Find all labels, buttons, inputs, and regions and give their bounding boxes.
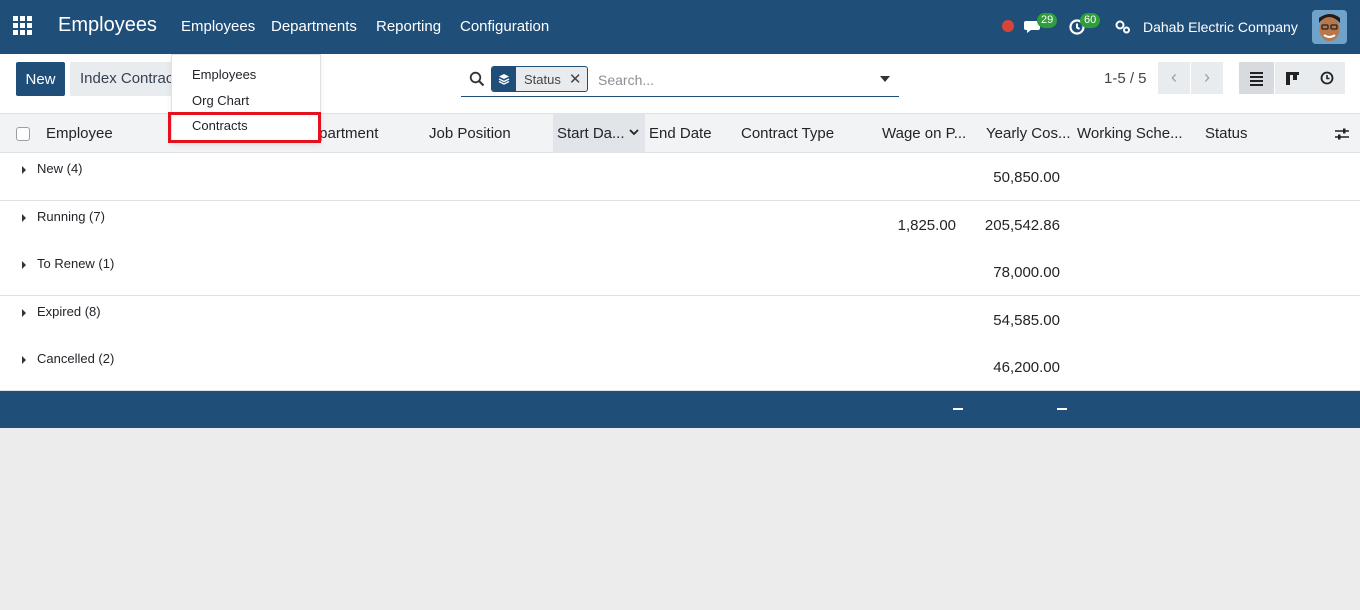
group-row-cancelled[interactable]: Cancelled (2) 46,200.00: [0, 343, 1360, 391]
group-label: Expired (8): [37, 304, 101, 319]
optional-columns-sliders-icon[interactable]: [1334, 126, 1350, 142]
group-yearly-total: 54,585.00: [993, 312, 1060, 329]
pager-previous-button[interactable]: ‹: [1158, 62, 1190, 94]
contracts-highlight-annotation: [168, 112, 321, 143]
facet-label: Status: [524, 71, 561, 87]
group-yearly-total: 46,200.00: [993, 359, 1060, 376]
footer-yearly-total: [1057, 408, 1067, 410]
new-button[interactable]: New: [16, 62, 65, 96]
group-yearly-total: 78,000.00: [993, 264, 1060, 281]
column-yearly-cost[interactable]: Yearly Cos...: [986, 125, 1071, 142]
group-yearly-total: 50,850.00: [993, 169, 1060, 186]
search-icon[interactable]: [469, 71, 485, 87]
company-switch-icon[interactable]: [1114, 18, 1132, 36]
footer-wage-total: [953, 408, 963, 410]
layers-icon: [492, 67, 516, 91]
messages-badge: 29: [1037, 13, 1058, 28]
menu-departments[interactable]: Departments: [271, 18, 357, 35]
app-menu-grid-icon[interactable]: [13, 16, 33, 36]
group-row-new[interactable]: New (4) 50,850.00: [0, 153, 1360, 201]
activity-clock-icon: [1320, 71, 1334, 85]
activity-view-button[interactable]: [1310, 62, 1345, 94]
app-title[interactable]: Employees: [58, 14, 157, 37]
column-contract-type[interactable]: Contract Type: [741, 125, 834, 142]
column-employee[interactable]: Employee: [46, 125, 113, 142]
dropdown-item-org-chart[interactable]: Org Chart: [192, 93, 249, 108]
group-wage-total: 1,825.00: [897, 217, 956, 234]
column-working-schedule[interactable]: Working Sche...: [1077, 125, 1183, 142]
menu-reporting[interactable]: Reporting: [376, 18, 441, 35]
company-name[interactable]: Dahab Electric Company: [1143, 19, 1298, 35]
column-end-date[interactable]: End Date: [649, 125, 712, 142]
caret-right-icon: [22, 214, 26, 222]
caret-right-icon: [22, 356, 26, 364]
search-input[interactable]: [598, 68, 868, 92]
top-navbar: Employees Employees Departments Reportin…: [0, 0, 1360, 54]
column-wage-on-payroll[interactable]: Wage on P...: [882, 125, 966, 142]
group-row-to-renew[interactable]: To Renew (1) 78,000.00: [0, 248, 1360, 296]
search-options-chevron-down-icon[interactable]: [880, 76, 890, 82]
column-status[interactable]: Status: [1205, 125, 1248, 142]
group-row-expired[interactable]: Expired (8) 54,585.00: [0, 296, 1360, 344]
select-all-checkbox[interactable]: [16, 127, 30, 141]
recording-indicator-icon[interactable]: [1002, 20, 1014, 32]
column-job-position[interactable]: Job Position: [429, 125, 511, 142]
sort-chevron-down-icon[interactable]: [628, 126, 640, 138]
status-group-facet[interactable]: Status ✕: [491, 66, 589, 92]
group-row-running[interactable]: Running (7) 1,825.00 205,542.86: [0, 201, 1360, 249]
column-start-date[interactable]: Start Da...: [557, 125, 625, 142]
list-view-button[interactable]: [1239, 62, 1274, 94]
kanban-view-button[interactable]: [1275, 62, 1310, 94]
pager-next-button[interactable]: ›: [1191, 62, 1223, 94]
list-view-icon: [1250, 72, 1263, 86]
group-label: Cancelled (2): [37, 351, 115, 366]
remove-facet-close-icon[interactable]: ✕: [569, 70, 588, 88]
dropdown-item-employees[interactable]: Employees: [192, 67, 256, 82]
user-avatar[interactable]: [1312, 10, 1347, 44]
caret-right-icon: [22, 166, 26, 174]
caret-right-icon: [22, 261, 26, 269]
search-bar: Status ✕: [461, 63, 899, 97]
group-yearly-total: 205,542.86: [984, 217, 1060, 234]
group-label: New (4): [37, 161, 83, 176]
pager-value[interactable]: 1-5 / 5: [1104, 70, 1147, 87]
activities-badge: 60: [1080, 13, 1101, 28]
group-label: Running (7): [37, 209, 105, 224]
list-footer-totals: – –: [0, 391, 1360, 428]
kanban-view-icon: [1286, 72, 1299, 85]
menu-employees[interactable]: Employees: [181, 18, 255, 35]
menu-configuration[interactable]: Configuration: [460, 18, 549, 35]
caret-right-icon: [22, 309, 26, 317]
group-label: To Renew (1): [37, 256, 115, 271]
